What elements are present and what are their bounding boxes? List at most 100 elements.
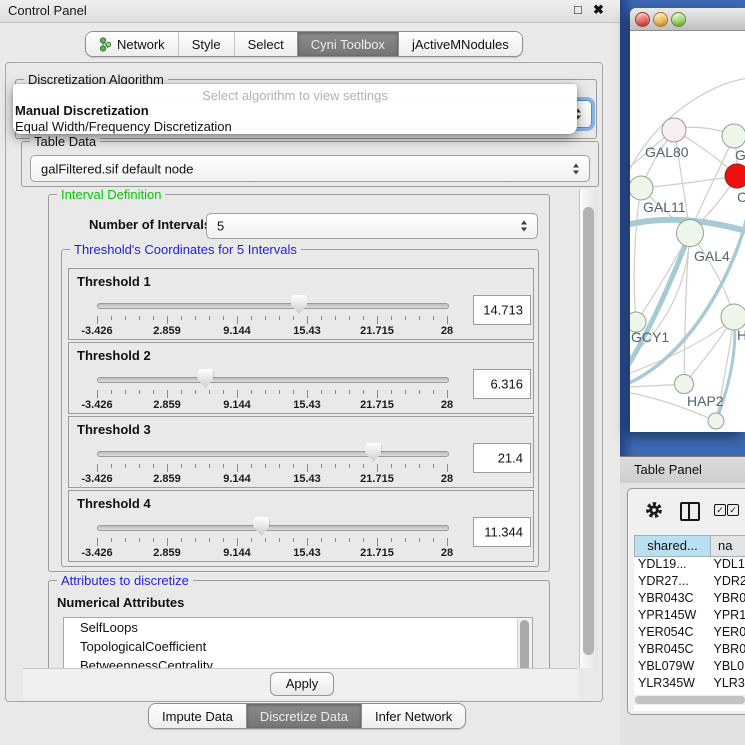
slider-thumb[interactable] <box>197 369 213 388</box>
slider-track[interactable] <box>97 377 449 383</box>
gear-icon[interactable] <box>644 500 664 520</box>
table-row[interactable]: YLR345WYLR3 <box>634 676 745 693</box>
numerical-attributes-list: SelfLoops TopologicalCoefficient Between… <box>63 617 533 668</box>
slider-track[interactable] <box>97 451 449 457</box>
threshold-2-panel: Threshold 2 -3.4262.8599.14415.4321.7152… <box>68 342 534 414</box>
settings-scrollbar[interactable] <box>579 189 598 668</box>
thresholds-group: Threshold's Coordinates for 5 Intervals … <box>61 249 539 567</box>
node-label: H <box>737 327 745 343</box>
table-row[interactable]: YBR043CYBR0 <box>634 591 745 608</box>
threshold-3-label: Threshold 3 <box>77 422 151 437</box>
table-data-combobox[interactable]: galFiltered.sif default node <box>30 155 590 182</box>
node-label: GA <box>735 147 745 163</box>
list-item[interactable]: TopologicalCoefficient <box>64 637 532 656</box>
close-icon[interactable]: ✖ <box>593 2 604 18</box>
num-intervals-combobox[interactable]: 5 <box>206 213 538 239</box>
columns-icon[interactable] <box>680 502 700 521</box>
column-header-shared-name[interactable]: shared... <box>634 535 711 557</box>
table-row[interactable]: YBL079WYBL0 <box>634 659 745 676</box>
network-canvas[interactable]: GAL80 GA C GAL11 GAL4 GCY1 H HAP2 <box>630 30 745 432</box>
table-data-value: galFiltered.sif default node <box>41 161 193 176</box>
node-partial[interactable] <box>708 413 724 429</box>
list-item[interactable]: SelfLoops <box>64 618 532 637</box>
threshold-2-slider[interactable] <box>97 373 447 389</box>
list-item[interactable]: BetweennessCentrality <box>64 656 532 668</box>
threshold-1-slider[interactable] <box>97 299 447 315</box>
tab-jactivemnodules[interactable]: jActiveMNodules <box>398 32 522 56</box>
slider-scale: -3.4262.8599.14415.4321.71528 <box>97 464 447 486</box>
node-gal80[interactable] <box>662 118 686 142</box>
tab-style[interactable]: Style <box>178 32 234 56</box>
checkbox-icon[interactable]: ✓ <box>714 504 726 516</box>
threshold-3-slider[interactable] <box>97 447 447 463</box>
node-red[interactable] <box>725 164 745 188</box>
table-row[interactable]: YPR145WYPR1 <box>634 608 745 625</box>
algorithm-dropdown-popup: Select algorithm to view settings Manual… <box>13 84 577 134</box>
threshold-4-value-field[interactable]: 11.344 <box>473 517 531 547</box>
node-label: GAL80 <box>645 144 689 160</box>
table-toolbar: ✓ ✓ <box>628 489 745 533</box>
threshold-4-slider[interactable] <box>97 521 447 537</box>
close-traffic-light[interactable] <box>635 12 650 27</box>
node-ga[interactable] <box>722 124 745 148</box>
table-row[interactable]: YBR045CYBR0 <box>634 642 745 659</box>
threshold-2-label: Threshold 2 <box>77 348 151 363</box>
slider-track[interactable] <box>97 303 449 309</box>
interval-definition-group: Interval Definition Number of Intervals … <box>48 194 550 572</box>
screen: Control Panel □ ✖ Network Style Select C… <box>0 0 745 745</box>
table-data-group: Table Data galFiltered.sif default node <box>21 141 599 187</box>
tab-impute-data[interactable]: Impute Data <box>149 704 246 728</box>
zoom-traffic-light[interactable] <box>671 12 686 27</box>
list-scrollbar[interactable] <box>517 618 532 668</box>
combo-arrows-icon <box>521 221 528 232</box>
node-hap2[interactable] <box>675 375 694 394</box>
column-header-name[interactable]: na <box>711 535 745 557</box>
apply-button[interactable]: Apply <box>270 672 334 696</box>
node-label: GCY1 <box>631 329 669 345</box>
slider-thumb[interactable] <box>291 295 307 314</box>
table-panel-titlebar: Table Panel <box>620 456 745 484</box>
slider-track[interactable] <box>97 525 449 531</box>
tab-select[interactable]: Select <box>234 32 297 56</box>
desktop-background: GAL80 GA C GAL11 GAL4 GCY1 H HAP2 <box>620 0 745 456</box>
node-label: C <box>737 189 745 205</box>
threshold-1-value-field[interactable]: 14.713 <box>473 295 531 325</box>
table-row[interactable]: YER054CYER0 <box>634 625 745 642</box>
numerical-attributes-label: Numerical Attributes <box>57 595 184 610</box>
scrollbar-thumb[interactable] <box>583 207 594 655</box>
settings-scroll-region: Interval Definition Number of Intervals … <box>22 188 578 668</box>
threshold-1-panel: Threshold 1 -3.4262.8599.14415.4321.7152… <box>68 268 534 340</box>
tab-infer-network[interactable]: Infer Network <box>361 704 465 728</box>
slider-scale: -3.4262.8599.14415.4321.71528 <box>97 538 447 560</box>
table-panel-title: Table Panel <box>634 462 702 477</box>
node-label: GAL4 <box>694 248 730 264</box>
tab-discretize-data[interactable]: Discretize Data <box>246 704 361 728</box>
table-data-group-title: Table Data <box>30 134 100 149</box>
network-view-window: GAL80 GA C GAL11 GAL4 GCY1 H HAP2 <box>630 8 745 432</box>
slider-thumb[interactable] <box>253 517 269 536</box>
threshold-3-value-field[interactable]: 21.4 <box>473 443 531 473</box>
threshold-3-panel: Threshold 3 -3.4262.8599.14415.4321.7152… <box>68 416 534 488</box>
thresholds-group-title: Threshold's Coordinates for 5 Intervals <box>70 242 301 257</box>
apply-row: Apply <box>23 668 578 699</box>
node-gal4[interactable] <box>677 220 704 247</box>
minimize-traffic-light[interactable] <box>653 12 668 27</box>
table-horizontal-scrollbar[interactable] <box>634 695 745 705</box>
interval-definition-title: Interval Definition <box>57 188 165 202</box>
table-row[interactable]: YDR27...YDR2 <box>634 574 745 591</box>
node-gal11[interactable] <box>630 176 653 200</box>
checkbox-icon[interactable]: ✓ <box>727 504 739 516</box>
dropdown-option-manual[interactable]: Manual Discretization <box>15 103 149 118</box>
node-table: ✓ ✓ shared... na YDL19...YDL1 YDR27...YD… <box>627 488 745 715</box>
float-window-icon[interactable]: □ <box>574 2 582 17</box>
scrollbar-thumb[interactable] <box>635 696 745 704</box>
threshold-2-value-field[interactable]: 6.316 <box>473 369 531 399</box>
table-row[interactable]: YDL19...YDL1 <box>634 557 745 574</box>
dropdown-option-equal-width[interactable]: Equal Width/Frequency Discretization <box>15 119 232 134</box>
tab-network[interactable]: Network <box>86 32 178 56</box>
slider-scale: -3.4262.8599.14415.4321.71528 <box>97 316 447 338</box>
num-intervals-value: 5 <box>217 219 224 234</box>
slider-thumb[interactable] <box>365 443 381 462</box>
attributes-group-title: Attributes to discretize <box>57 573 193 588</box>
tab-cyni-toolbox[interactable]: Cyni Toolbox <box>297 32 398 56</box>
